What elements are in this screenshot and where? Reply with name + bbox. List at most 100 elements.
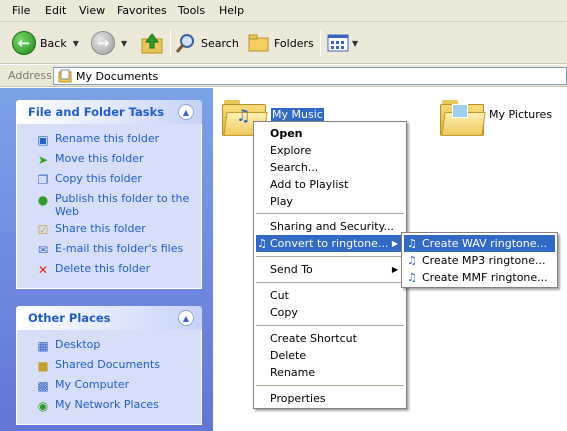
menu-item-sharing-security[interactable]: Sharing and Security... — [256, 218, 404, 235]
panel-header[interactable]: File and Folder Tasks ▲ — [16, 100, 202, 124]
wav-ringtone-icon: ♫ — [407, 237, 417, 250]
menu-bar: File Edit View Favorites Tools Help — [0, 0, 567, 22]
task-publish-folder[interactable]: ● Publish this folder to the Web — [17, 190, 201, 220]
task-label: Share this folder — [55, 222, 146, 235]
forward-arrow-icon: → — [91, 31, 115, 55]
chevron-down-icon[interactable]: ▼ — [73, 39, 79, 48]
up-folder-button[interactable] — [140, 28, 164, 58]
menu-item-rename[interactable]: Rename — [256, 364, 404, 381]
menu-item-label: Convert to ringtone... — [270, 237, 389, 250]
folders-label: Folders — [274, 36, 314, 50]
music-note-icon: ♫ — [236, 106, 251, 125]
menu-item-copy[interactable]: Copy — [256, 304, 404, 321]
toolbar: ← Back ▼ → ▼ Search Folders ▼ — [0, 22, 567, 64]
menu-item-explore[interactable]: Explore — [256, 142, 404, 159]
panel-header[interactable]: Other Places ▲ — [16, 306, 202, 330]
menu-item-add-to-playlist[interactable]: Add to Playlist — [256, 176, 404, 193]
address-field[interactable]: My Documents — [53, 67, 567, 85]
back-button[interactable]: ← Back ▼ — [12, 28, 79, 58]
task-label: Publish this folder to the Web — [55, 192, 190, 218]
menu-item-send-to[interactable]: Send To ▶ — [256, 261, 404, 278]
menu-item-play[interactable]: Play — [256, 193, 404, 210]
ringtone-icon: ♫ — [257, 237, 267, 250]
address-bar: Address My Documents — [0, 65, 567, 87]
mp3-ringtone-icon: ♫ — [407, 254, 417, 267]
my-pictures-label[interactable]: My Pictures — [489, 108, 552, 121]
task-label: Delete this folder — [55, 262, 151, 275]
toolbar-separator — [170, 30, 171, 56]
task-share-folder[interactable]: ☑ Share this folder — [17, 220, 201, 240]
views-icon — [327, 34, 349, 52]
panel-title: File and Folder Tasks — [28, 105, 165, 119]
menu-item-properties[interactable]: Properties — [256, 390, 404, 407]
place-shared-documents[interactable]: ■ Shared Documents — [17, 356, 201, 376]
forward-button[interactable]: → ▼ — [91, 28, 127, 58]
place-label: My Network Places — [55, 398, 159, 411]
email-icon: ✉ — [37, 242, 49, 257]
address-value: My Documents — [76, 69, 159, 83]
task-label: Move this folder — [55, 152, 144, 165]
menu-help[interactable]: Help — [219, 4, 244, 17]
chevron-down-icon[interactable]: ▼ — [352, 39, 358, 48]
mmf-ringtone-icon: ♫ — [407, 271, 417, 284]
place-my-network-places[interactable]: ◉ My Network Places — [17, 396, 201, 416]
menu-item-open[interactable]: Open — [256, 125, 404, 142]
menu-separator — [256, 213, 404, 214]
search-button[interactable]: Search — [175, 28, 239, 58]
move-icon: ➤ — [37, 152, 49, 167]
menu-separator — [256, 325, 404, 326]
collapse-icon[interactable]: ▲ — [178, 310, 194, 326]
other-places-panel: Other Places ▲ ▦ Desktop ■ Shared Document… — [16, 306, 202, 425]
chevron-down-icon[interactable]: ▼ — [121, 39, 127, 48]
menu-view[interactable]: View — [79, 4, 105, 17]
menu-item-delete[interactable]: Delete — [256, 347, 404, 364]
submenu-item-mp3[interactable]: ♫ Create MP3 ringtone... — [404, 252, 555, 269]
search-label: Search — [201, 36, 239, 50]
folder-up-icon — [141, 33, 163, 54]
collapse-icon[interactable]: ▲ — [178, 104, 194, 120]
menu-item-search[interactable]: Search... — [256, 159, 404, 176]
submenu-arrow-icon: ▶ — [391, 265, 398, 274]
computer-icon: ▩ — [37, 378, 49, 393]
globe-icon: ● — [37, 192, 49, 207]
address-label: Address — [8, 69, 52, 82]
pictures-folder-icon[interactable] — [440, 100, 486, 136]
task-label: E-mail this folder's files — [55, 242, 184, 255]
delete-icon: ✕ — [37, 262, 49, 277]
task-copy-folder[interactable]: ❐ Copy this folder — [17, 170, 201, 190]
place-desktop[interactable]: ▦ Desktop — [17, 336, 201, 356]
menu-favorites[interactable]: Favorites — [117, 4, 167, 17]
rename-icon: ▣ — [37, 132, 49, 147]
submenu-arrow-icon: ▶ — [391, 239, 398, 248]
copy-icon: ❐ — [37, 172, 49, 187]
task-delete-folder[interactable]: ✕ Delete this folder — [17, 260, 201, 280]
place-label: Desktop — [55, 338, 101, 351]
menu-file[interactable]: File — [12, 4, 30, 17]
menu-item-create-shortcut[interactable]: Create Shortcut — [256, 330, 404, 347]
task-label: Rename this folder — [55, 132, 160, 145]
place-my-computer[interactable]: ▩ My Computer — [17, 376, 201, 396]
views-button[interactable]: ▼ — [327, 28, 358, 58]
menu-tools[interactable]: Tools — [178, 4, 205, 17]
network-icon: ◉ — [37, 398, 49, 413]
my-music-label[interactable]: My Music — [271, 108, 324, 121]
search-icon — [175, 34, 194, 53]
submenu-item-mmf[interactable]: ♫ Create MMF ringtone... — [404, 269, 555, 286]
folders-button[interactable]: Folders — [248, 28, 314, 58]
toolbar-separator — [320, 30, 321, 56]
panel-title: Other Places — [28, 311, 111, 325]
menu-edit[interactable]: Edit — [45, 4, 66, 17]
back-label: Back — [40, 36, 67, 50]
task-move-folder[interactable]: ➤ Move this folder — [17, 150, 201, 170]
task-email-files[interactable]: ✉ E-mail this folder's files — [17, 240, 201, 260]
context-menu: Open Explore Search... Add to Playlist P… — [253, 121, 407, 409]
menu-separator — [256, 282, 404, 283]
task-rename-folder[interactable]: ▣ Rename this folder — [17, 130, 201, 150]
ringtone-submenu: ♫ Create WAV ringtone... ♫ Create MP3 ri… — [401, 232, 558, 288]
submenu-item-wav[interactable]: ♫ Create WAV ringtone... — [404, 235, 555, 252]
submenu-item-label: Create MMF ringtone... — [422, 271, 548, 284]
picture-icon — [452, 104, 468, 118]
menu-item-convert-ringtone[interactable]: ♫ Convert to ringtone... ▶ — [256, 235, 404, 252]
submenu-item-label: Create MP3 ringtone... — [422, 254, 546, 267]
menu-item-cut[interactable]: Cut — [256, 287, 404, 304]
